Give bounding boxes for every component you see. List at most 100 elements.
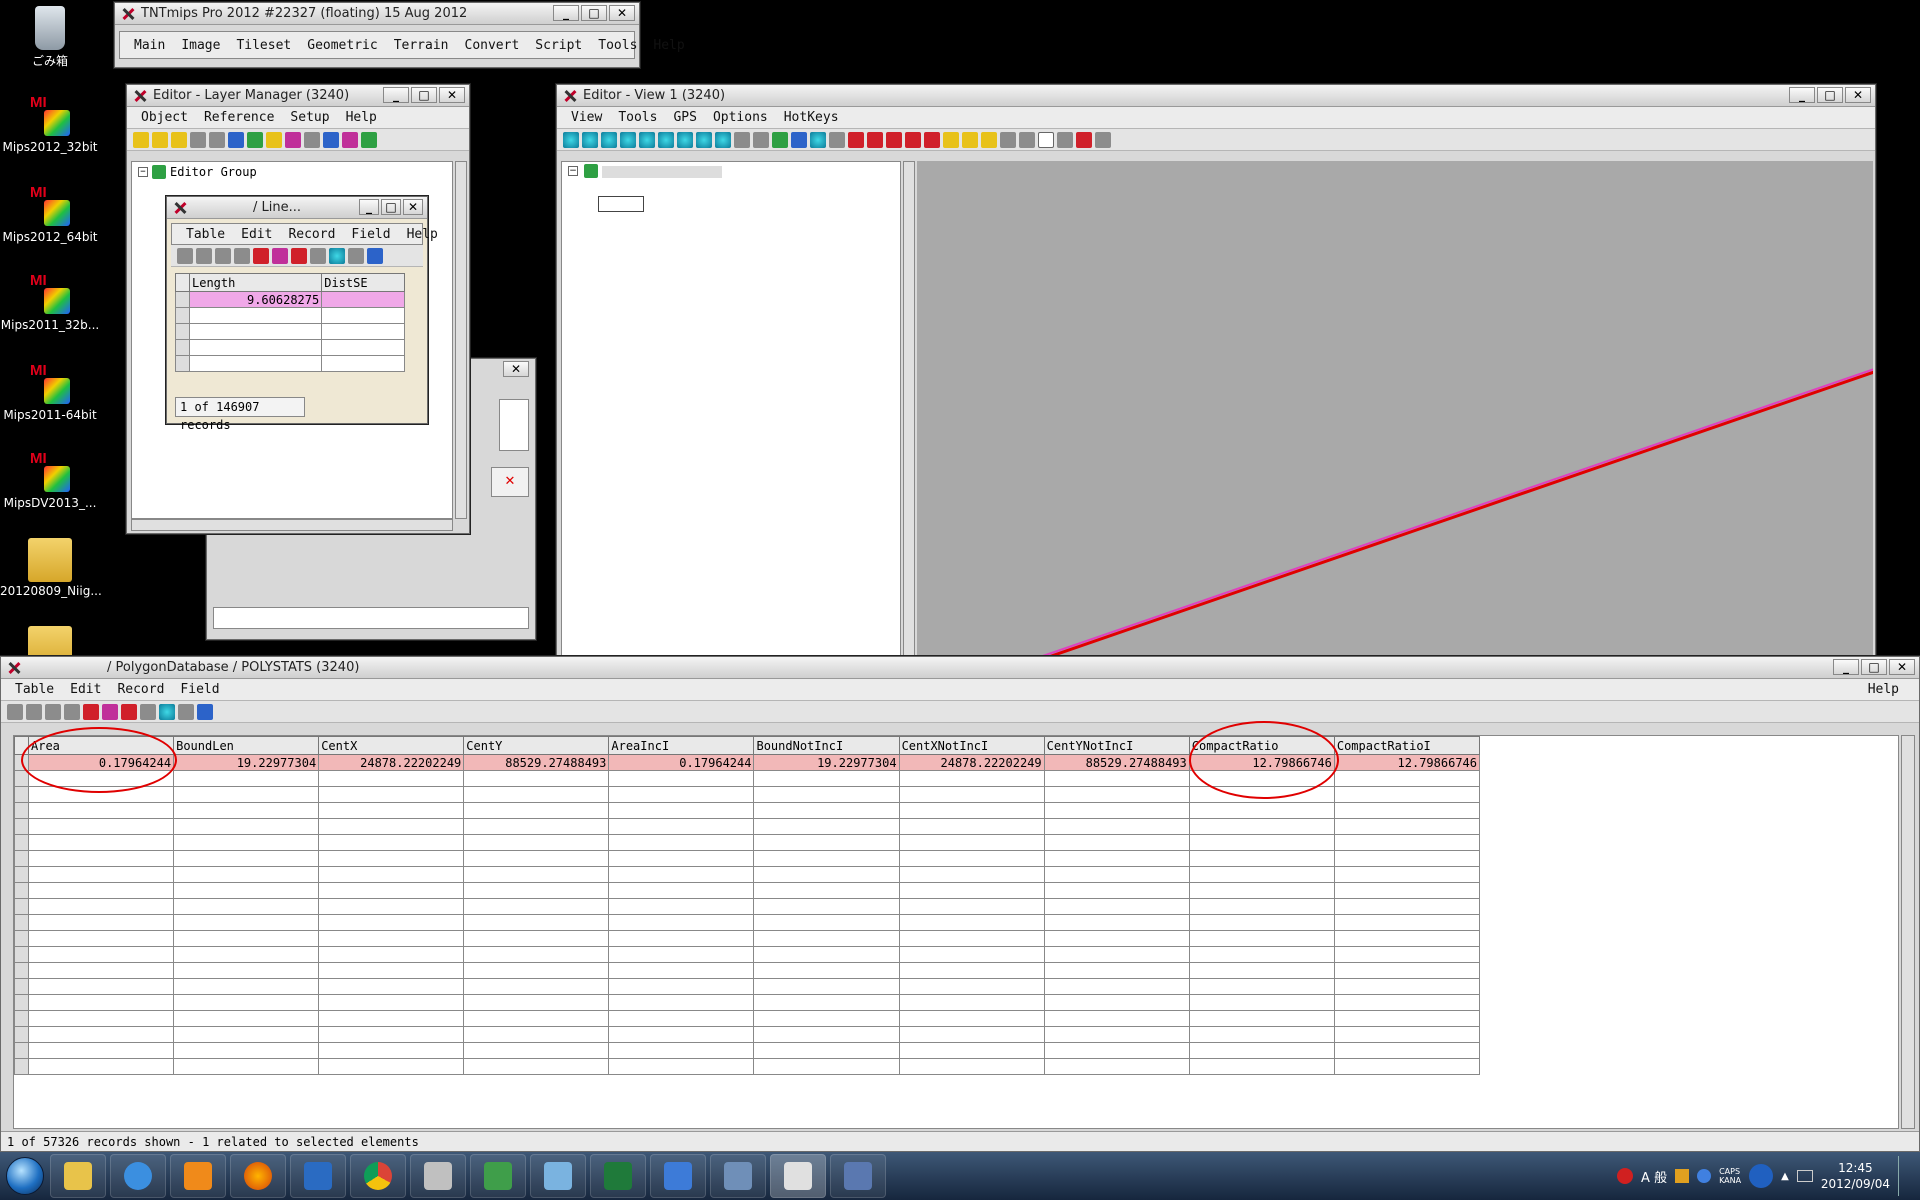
table-cell[interactable] <box>1043 818 1190 835</box>
desktop-icon-mips2011-32bit[interactable]: Mips2011_32b... <box>0 272 100 332</box>
previous-icon[interactable] <box>867 131 883 148</box>
table-cell[interactable]: 19.22977304 <box>173 754 320 771</box>
grid-icon[interactable] <box>323 131 339 148</box>
table-cell[interactable] <box>753 994 900 1011</box>
table-cell[interactable] <box>173 866 320 883</box>
taskbar-excel[interactable] <box>590 1154 646 1198</box>
table-cell[interactable]: 0.17964244 <box>608 754 755 771</box>
table-cell[interactable] <box>1043 834 1190 851</box>
table-cell[interactable] <box>463 1010 610 1027</box>
table-cell[interactable] <box>1188 1026 1335 1043</box>
maximize-button[interactable]: □ <box>581 5 607 21</box>
table-cell[interactable] <box>27 1026 175 1043</box>
network-icon[interactable] <box>1796 1170 1813 1182</box>
table-cell[interactable]: 19.22977304 <box>753 754 900 771</box>
table-cell[interactable] <box>27 850 175 867</box>
table-cell[interactable] <box>318 930 465 947</box>
table-cell[interactable] <box>1333 1042 1481 1059</box>
cancel-icon[interactable]: ✕ <box>491 467 529 497</box>
table-cell[interactable] <box>1188 994 1335 1011</box>
menu-tileset[interactable]: Tileset <box>228 38 299 53</box>
close-button[interactable]: ✕ <box>403 199 423 215</box>
table-cell[interactable] <box>1188 898 1335 915</box>
table-cell[interactable] <box>318 978 465 995</box>
refresh-icon[interactable] <box>159 703 175 720</box>
table-cell[interactable] <box>1333 802 1481 819</box>
sketch-icon[interactable] <box>829 131 845 148</box>
clock[interactable]: 12:45 2012/09/04 <box>1821 1160 1890 1192</box>
table-cell[interactable] <box>463 818 610 835</box>
table-cell[interactable] <box>173 802 320 819</box>
table-cell[interactable] <box>898 770 1045 787</box>
column-header[interactable]: CentYNotIncI <box>1043 736 1190 755</box>
undo-icon[interactable] <box>1076 131 1092 148</box>
menu-edit[interactable]: Edit <box>62 682 109 697</box>
start-button[interactable] <box>0 1152 50 1200</box>
table-cell[interactable] <box>1043 962 1190 979</box>
table-cell[interactable] <box>753 866 900 883</box>
field-icon[interactable] <box>64 703 80 720</box>
minimize-button[interactable]: _ <box>553 5 579 21</box>
table-cell[interactable] <box>608 850 755 867</box>
select-icon[interactable] <box>102 703 118 720</box>
table-cell[interactable] <box>463 930 610 947</box>
table-cell[interactable] <box>463 914 610 931</box>
close-button[interactable]: ✕ <box>1845 87 1871 103</box>
menu-options[interactable]: Options <box>705 110 776 125</box>
table-cell[interactable] <box>608 914 755 931</box>
table-cell[interactable] <box>1043 850 1190 867</box>
table-cell[interactable] <box>898 850 1045 867</box>
minimize-button[interactable]: _ <box>359 199 379 215</box>
table-cell[interactable] <box>188 307 323 324</box>
table-row[interactable] <box>14 978 1481 995</box>
table-row[interactable] <box>14 1010 1481 1027</box>
table-cell[interactable] <box>318 898 465 915</box>
table-cell[interactable] <box>898 914 1045 931</box>
new-layer-icon[interactable] <box>133 131 149 148</box>
layer-name[interactable] <box>602 166 722 178</box>
field-icon[interactable] <box>234 247 250 264</box>
table-cell[interactable] <box>1188 834 1335 851</box>
table-cell[interactable] <box>898 1058 1045 1075</box>
table-cell[interactable] <box>1188 882 1335 899</box>
table-cell[interactable] <box>608 994 755 1011</box>
menu-edit[interactable]: Edit <box>233 227 280 242</box>
table-cell[interactable] <box>1333 946 1481 963</box>
table-cell[interactable] <box>173 882 320 899</box>
add-record-icon[interactable] <box>83 703 99 720</box>
table-cell[interactable] <box>1333 1010 1481 1027</box>
sort-icon[interactable] <box>177 247 193 264</box>
table-row[interactable] <box>14 930 1481 947</box>
table-cell[interactable] <box>27 1042 175 1059</box>
table-cell[interactable] <box>463 1042 610 1059</box>
table-cell[interactable] <box>318 994 465 1011</box>
delete-icon[interactable] <box>291 247 307 264</box>
move-icon[interactable] <box>196 247 212 264</box>
table-cell[interactable] <box>608 866 755 883</box>
vertical-scrollbar[interactable] <box>455 161 467 519</box>
table-row[interactable] <box>14 850 1481 867</box>
table-row[interactable] <box>14 946 1481 963</box>
table-cell[interactable] <box>173 994 320 1011</box>
maximize-button[interactable]: □ <box>411 87 437 103</box>
table-cell[interactable] <box>1043 946 1190 963</box>
table-row[interactable] <box>175 339 405 356</box>
locate-icon[interactable] <box>734 131 750 148</box>
single-record-icon[interactable] <box>197 703 213 720</box>
desktop-icon-folder[interactable]: 20120809_Niig... <box>0 538 102 598</box>
table-cell[interactable] <box>463 850 610 867</box>
close-button[interactable]: ✕ <box>1889 659 1915 675</box>
taskbar-media-player[interactable] <box>170 1154 226 1198</box>
help-icon[interactable] <box>1697 1169 1712 1183</box>
select-point-icon[interactable] <box>810 131 826 148</box>
collapse-icon[interactable]: − <box>138 167 148 177</box>
taskbar-app-6[interactable] <box>830 1154 886 1198</box>
table-cell[interactable] <box>463 946 610 963</box>
desktop-icon-mips2012-64bit[interactable]: Mips2012_64bit <box>0 184 100 244</box>
table-row[interactable] <box>14 962 1481 979</box>
binoculars-icon[interactable] <box>772 131 788 148</box>
add-record-icon[interactable] <box>253 247 269 264</box>
table-cell[interactable] <box>27 882 175 899</box>
table-cell[interactable]: 9.60628275 <box>188 291 323 308</box>
table-cell[interactable] <box>27 946 175 963</box>
